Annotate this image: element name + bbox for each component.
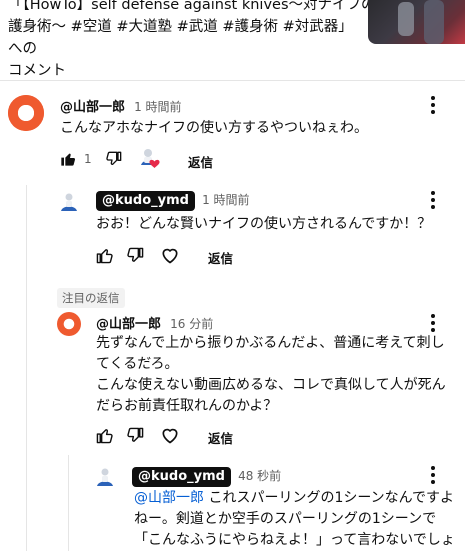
avatar[interactable] bbox=[93, 465, 117, 489]
reply-button[interactable]: 返信 bbox=[188, 152, 213, 171]
reply-author[interactable]: @山部一郎 bbox=[96, 317, 161, 332]
like-count: 1 bbox=[84, 152, 92, 166]
avatar[interactable] bbox=[57, 190, 81, 214]
video-title-line1: 「【HowTo】self defense against knives〜対ナイフ… bbox=[8, 0, 376, 13]
mention-link[interactable]: @山部一郎 bbox=[134, 490, 204, 506]
more-options-icon[interactable] bbox=[430, 191, 436, 211]
heart-icon bbox=[162, 248, 178, 264]
thumbs-up-icon bbox=[96, 249, 113, 264]
reply-text-line: 「こんなふうにやらねえよ！」って言わないでしょ bbox=[134, 532, 455, 548]
reply-text: @山部一郎 これスパーリングの1シーンなんですよ ねー。剣道とか空手のスパーリン… bbox=[134, 488, 465, 551]
dislike-button[interactable] bbox=[106, 151, 122, 171]
reply-time[interactable]: 1 時間前 bbox=[202, 193, 249, 207]
thumbs-up-icon bbox=[61, 153, 76, 166]
featured-reply-label: 注目の返信 bbox=[57, 288, 125, 308]
reply-text-line: これスパーリングの1シーンなんですよ bbox=[204, 490, 454, 506]
video-title-line3: コメント bbox=[8, 63, 66, 79]
thumbs-up-icon bbox=[96, 429, 113, 444]
comment-author[interactable]: @山部一郎 bbox=[60, 100, 125, 115]
reply-text: おお！どんな賢いナイフの使い方されるんですか！？ bbox=[96, 216, 432, 232]
more-options-icon[interactable] bbox=[430, 96, 436, 116]
thumbs-down-icon bbox=[127, 247, 144, 262]
heart-button[interactable] bbox=[160, 245, 180, 269]
more-options-icon[interactable] bbox=[430, 314, 436, 334]
video-thumbnail[interactable] bbox=[368, 0, 465, 44]
like-button[interactable] bbox=[96, 247, 113, 268]
thread-line bbox=[26, 185, 27, 551]
dislike-button[interactable] bbox=[127, 427, 144, 448]
like-button[interactable] bbox=[96, 427, 113, 448]
video-title-line2: 護身術〜 #空道 #大道塾 #武道 #護身術 #対武器」への bbox=[8, 19, 353, 57]
reply-text-line: ねー。剣道とか空手のスパーリングの1シーンで bbox=[134, 511, 437, 527]
reply-text: 先ずなんで上から振りかぶるんだよ、普通に考えて刺し てくるだろ。 こんな使えない… bbox=[96, 333, 456, 417]
reply-time[interactable]: 48 秒前 bbox=[238, 469, 281, 483]
reply-button[interactable]: 返信 bbox=[208, 248, 233, 267]
thumbs-down-icon bbox=[127, 427, 144, 442]
reply-button[interactable]: 返信 bbox=[208, 428, 233, 447]
creator-author-chip[interactable]: @kudo_ymd bbox=[96, 191, 195, 211]
reply-text-line: こんな使えない動画広めるな、コレで真似して人が死ん bbox=[96, 377, 446, 393]
more-options-icon[interactable] bbox=[430, 466, 436, 486]
dislike-button[interactable] bbox=[127, 247, 144, 268]
avatar[interactable] bbox=[57, 312, 81, 336]
like-button[interactable] bbox=[60, 151, 76, 171]
comment-time[interactable]: 1 時間前 bbox=[134, 100, 181, 114]
header-divider bbox=[0, 80, 465, 81]
creator-author-chip[interactable]: @kudo_ymd bbox=[132, 467, 231, 487]
reply-time[interactable]: 16 分前 bbox=[170, 317, 213, 331]
video-title: 「【HowTo】self defense against knives〜対ナイフ… bbox=[8, 0, 376, 82]
avatar[interactable] bbox=[8, 95, 44, 131]
heart-icon bbox=[162, 428, 178, 444]
reply-text-line: 先ずなんで上から振りかぶるんだよ、普通に考えて刺し bbox=[96, 335, 445, 351]
reply-text-line: だらお前責任取れんのかよ？ bbox=[96, 398, 278, 414]
creator-heart-badge bbox=[137, 145, 165, 173]
heart-button[interactable] bbox=[160, 425, 180, 449]
thumbs-down-icon bbox=[106, 151, 122, 165]
reply-text-line: てくるだろ。 bbox=[96, 356, 179, 372]
comment-text: こんなアホなナイフの使い方するやついねぇわ。 bbox=[60, 120, 368, 136]
nested-thread-line bbox=[68, 455, 69, 551]
